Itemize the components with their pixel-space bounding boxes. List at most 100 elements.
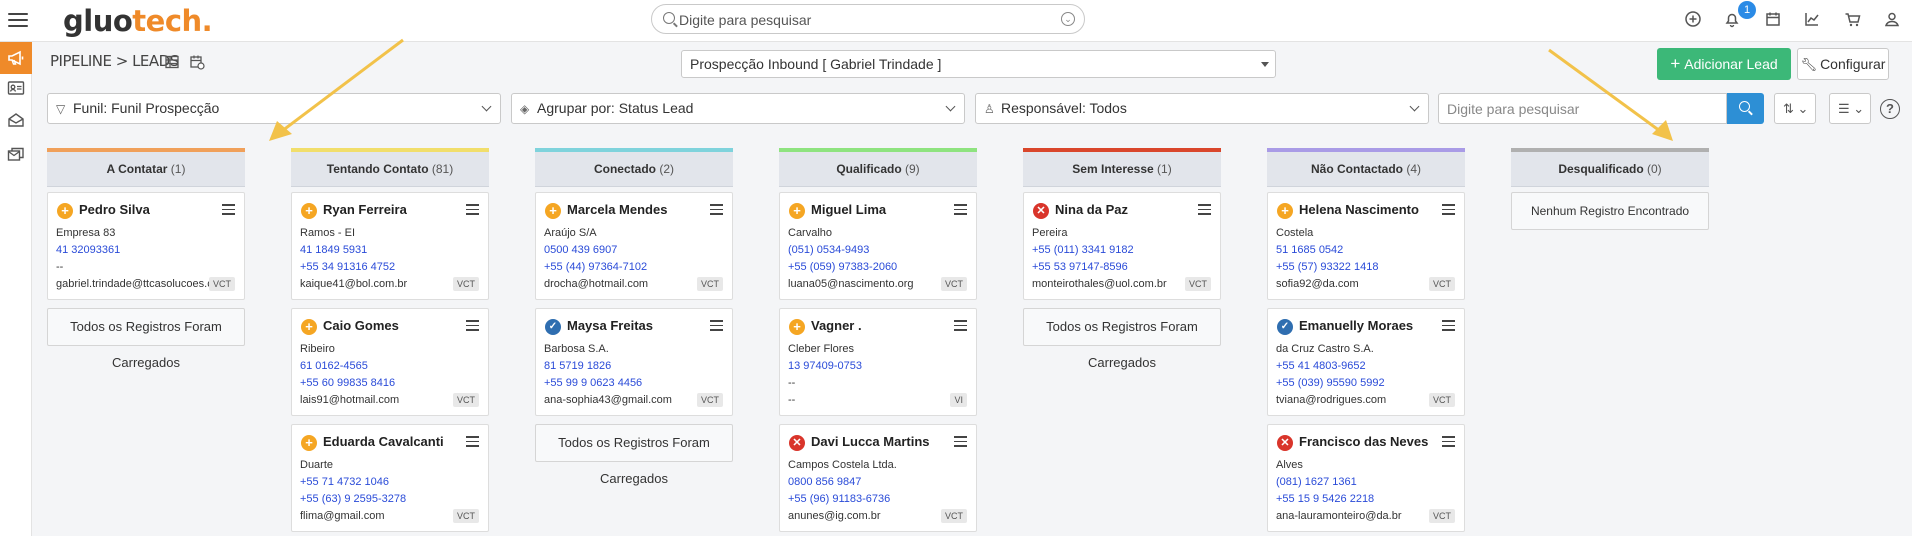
search-button[interactable]: [1727, 93, 1764, 124]
logo[interactable]: gluotech.: [63, 4, 213, 38]
card-menu-icon[interactable]: [710, 204, 723, 215]
pipeline-select[interactable]: Prospecção Inbound [ Gabriel Trindade ]: [681, 50, 1276, 78]
card-menu-icon[interactable]: [710, 320, 723, 331]
card-menu-icon[interactable]: [1442, 320, 1455, 331]
lead-name[interactable]: Miguel Lima: [811, 202, 886, 217]
lead-phone[interactable]: 61 0162-4565: [300, 360, 368, 372]
lead-phone[interactable]: 41 32093361: [56, 244, 120, 256]
lead-phone[interactable]: (051) 0534-9493: [788, 244, 869, 256]
settings-button[interactable]: ☰ ⌄: [1829, 93, 1871, 124]
card-menu-icon[interactable]: [222, 204, 235, 215]
lead-card[interactable]: ✓ Maysa Freitas Barbosa S.A. 81 5719 1826 +5…: [535, 308, 733, 416]
lead-card[interactable]: + Ryan Ferreira Ramos - EI 41 1849 5931 +55 …: [291, 192, 489, 300]
plus-circle-icon: +: [1277, 203, 1293, 219]
megaphone-icon[interactable]: [0, 42, 32, 74]
add-lead-button[interactable]: + Adicionar Lead: [1657, 48, 1791, 80]
inbox-icon[interactable]: [0, 104, 32, 136]
lead-card[interactable]: + Eduarda Cavalcanti Duarte +55 71 4732 104…: [291, 424, 489, 532]
card-menu-icon[interactable]: [466, 320, 479, 331]
leads-search-input[interactable]: [1439, 94, 1709, 123]
lead-phone[interactable]: +55 (011) 3341 9182: [1032, 244, 1134, 256]
x-circle-icon: ✕: [1277, 435, 1293, 451]
global-search-input[interactable]: [679, 10, 1039, 29]
lead-name[interactable]: Pedro Silva: [79, 202, 150, 217]
lead-name[interactable]: Caio Gomes: [323, 318, 399, 333]
mail-stack-icon[interactable]: [0, 138, 32, 170]
lead-card[interactable]: + Miguel Lima Carvalho (051) 0534-9493 +55 (…: [779, 192, 977, 300]
funnel-filter[interactable]: ▽ Funil: Funil Prospecção: [47, 93, 501, 124]
card-menu-icon[interactable]: [954, 436, 967, 447]
cart-icon[interactable]: [1842, 8, 1864, 30]
calendar-view-icon[interactable]: [189, 54, 205, 70]
lead-phone-secondary[interactable]: +55 60 99835 8416: [300, 377, 395, 389]
lead-tag: VCT: [697, 393, 723, 407]
configure-button[interactable]: 🔧︎ Configurar: [1797, 48, 1889, 80]
lead-name[interactable]: Nina da Paz: [1055, 202, 1128, 217]
lead-card[interactable]: + Marcela Mendes Araújo S/A 0500 439 6907 +5…: [535, 192, 733, 300]
lead-card[interactable]: ✕ Davi Lucca Martins Campos Costela Ltda. 0…: [779, 424, 977, 532]
lead-phone-secondary[interactable]: +55 34 91316 4752: [300, 261, 395, 273]
menu-icon[interactable]: [8, 10, 28, 30]
card-menu-icon[interactable]: [1442, 436, 1455, 447]
lead-name[interactable]: Francisco das Neves: [1299, 434, 1428, 449]
calendar-icon[interactable]: [1762, 8, 1784, 30]
global-search[interactable]: ⌄: [651, 4, 1085, 34]
lead-phone-secondary[interactable]: +55 99 9 0623 4456: [544, 377, 642, 389]
lead-tag: VCT: [209, 277, 235, 291]
lead-card[interactable]: ✓ Emanuelly Moraes da Cruz Castro S.A. +55 …: [1267, 308, 1465, 416]
card-menu-icon[interactable]: [466, 436, 479, 447]
card-menu-icon[interactable]: [1442, 204, 1455, 215]
lead-email: ana-sophia43@gmail.com: [544, 394, 672, 406]
sliders-icon: ☰ ⌄: [1838, 101, 1865, 116]
lead-phone-secondary[interactable]: +55 (059) 97383-2060: [788, 261, 897, 273]
help-icon[interactable]: ?: [1880, 99, 1900, 119]
group-by-filter[interactable]: ◈ Agrupar por: Status Lead: [511, 93, 965, 124]
lead-phone-secondary[interactable]: +55 (57) 93322 1418: [1276, 261, 1378, 273]
lead-phone-secondary[interactable]: --: [56, 261, 63, 273]
lead-phone-secondary[interactable]: --: [788, 377, 795, 389]
chevron-down-icon[interactable]: ⌄: [1061, 12, 1075, 26]
lead-phone-secondary[interactable]: +55 (039) 95590 5992: [1276, 377, 1385, 389]
user-icon[interactable]: [1881, 8, 1903, 30]
sort-button[interactable]: ⇅ ⌄: [1774, 93, 1816, 124]
lead-card[interactable]: + Caio Gomes Ribeiro 61 0162-4565 +55 60 998…: [291, 308, 489, 416]
card-menu-icon[interactable]: [954, 204, 967, 215]
leads-search[interactable]: [1438, 93, 1727, 124]
responsible-filter[interactable]: ♙ Responsável: Todos: [975, 93, 1429, 124]
lead-card[interactable]: ✕ Nina da Paz Pereira +55 (011) 3341 9182 +5…: [1023, 192, 1221, 300]
chart-icon[interactable]: [1801, 8, 1823, 30]
lead-name[interactable]: Maysa Freitas: [567, 318, 653, 333]
lead-name[interactable]: Davi Lucca Martins: [811, 434, 930, 449]
add-circle-icon[interactable]: [1682, 8, 1704, 30]
lead-phone[interactable]: (081) 1627 1361: [1276, 476, 1357, 488]
lead-phone-secondary[interactable]: +55 (96) 91183-6736: [788, 493, 890, 505]
lead-phone[interactable]: 41 1849 5931: [300, 244, 367, 256]
lead-card[interactable]: + Pedro Silva Empresa 83 41 32093361 -- gabri…: [47, 192, 245, 300]
table-view-icon[interactable]: [164, 54, 180, 70]
lead-phone-secondary[interactable]: +55 53 97147-8596: [1032, 261, 1128, 273]
card-menu-icon[interactable]: [1198, 204, 1211, 215]
lead-phone[interactable]: 0800 856 9847: [788, 476, 861, 488]
card-menu-icon[interactable]: [466, 204, 479, 215]
lead-name[interactable]: Marcela Mendes: [567, 202, 667, 217]
lead-name[interactable]: Helena Nascimento: [1299, 202, 1419, 217]
lead-phone-secondary[interactable]: +55 (63) 9 2595-3278: [300, 493, 406, 505]
lead-phone[interactable]: +55 41 4803-9652: [1276, 360, 1366, 372]
lead-name[interactable]: Eduarda Cavalcanti: [323, 434, 444, 449]
lead-card[interactable]: + Vagner . Cleber Flores 13 97409-0753 -- -- V…: [779, 308, 977, 416]
lead-phone[interactable]: 13 97409-0753: [788, 360, 862, 372]
lead-phone[interactable]: 51 1685 0542: [1276, 244, 1343, 256]
lead-phone[interactable]: 81 5719 1826: [544, 360, 611, 372]
lead-phone-secondary[interactable]: +55 15 9 5426 2218: [1276, 493, 1374, 505]
lead-phone[interactable]: 0500 439 6907: [544, 244, 617, 256]
lead-email: lais91@hotmail.com: [300, 394, 400, 406]
lead-phone[interactable]: +55 71 4732 1046: [300, 476, 389, 488]
lead-name[interactable]: Ryan Ferreira: [323, 202, 407, 217]
lead-name[interactable]: Vagner .: [811, 318, 862, 333]
lead-card[interactable]: ✕ Francisco das Neves Alves (081) 1627 1361…: [1267, 424, 1465, 532]
lead-name[interactable]: Emanuelly Moraes: [1299, 318, 1413, 333]
lead-phone-secondary[interactable]: +55 (44) 97364-7102: [544, 261, 647, 273]
contact-card-icon[interactable]: [0, 72, 32, 104]
card-menu-icon[interactable]: [954, 320, 967, 331]
lead-card[interactable]: + Helena Nascimento Costela 51 1685 0542 +55…: [1267, 192, 1465, 300]
